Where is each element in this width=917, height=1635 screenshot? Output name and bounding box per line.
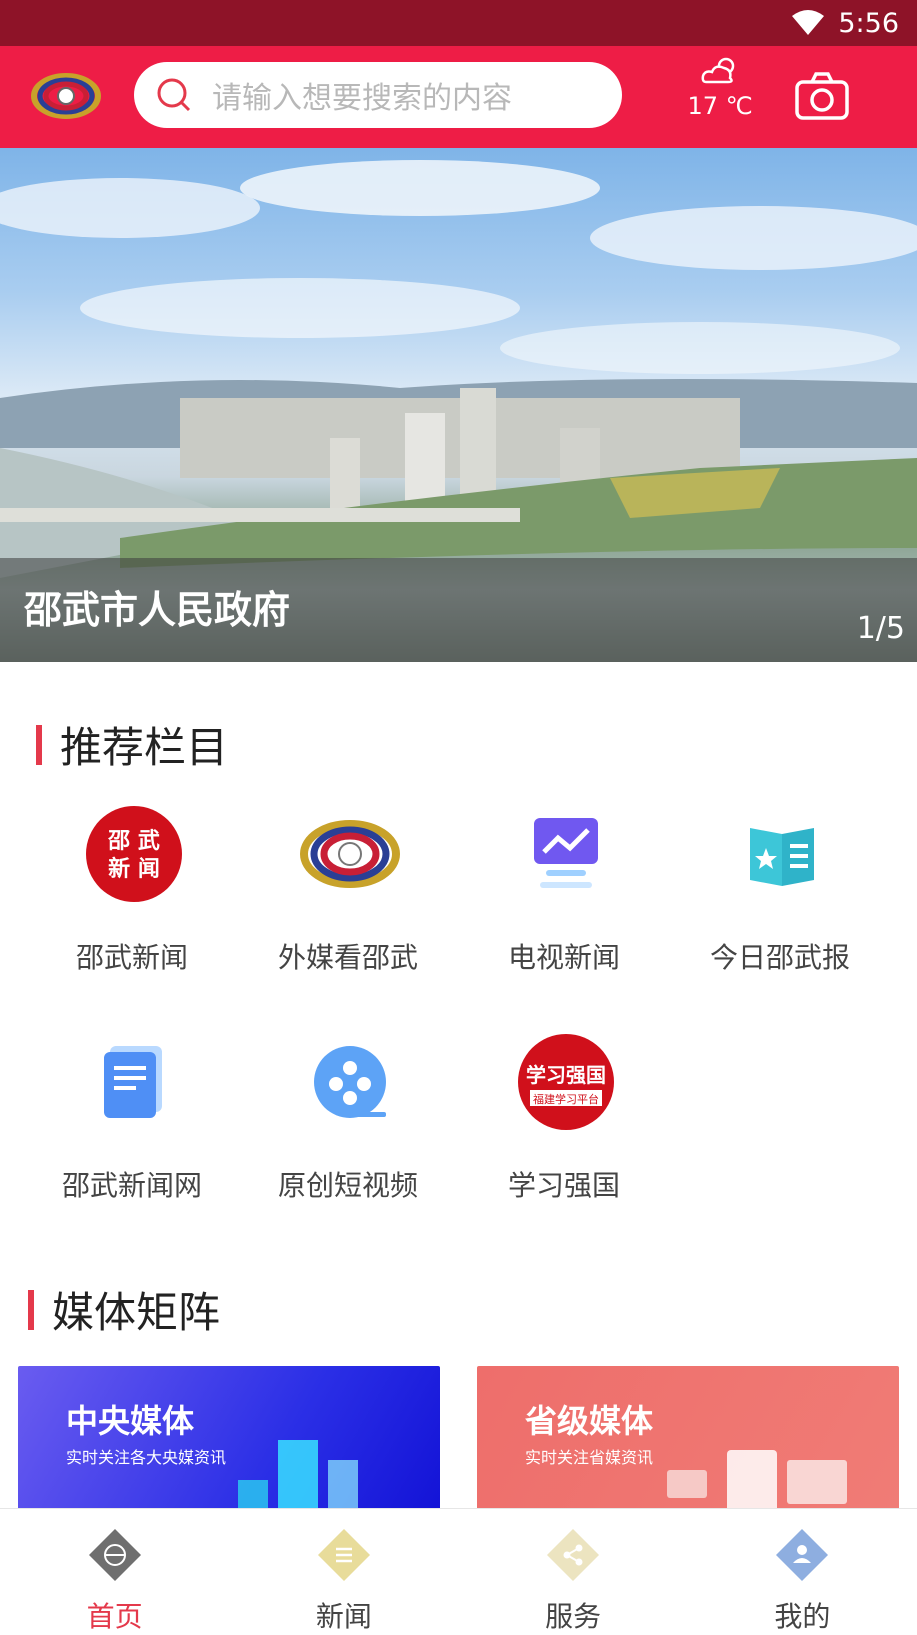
- xuexi-qiangguo-icon: 学习强国 福建学习平台: [518, 1034, 614, 1130]
- bottom-tab-bar: 首页 新闻 服务 我的: [0, 1508, 917, 1633]
- tv-news-icon: [534, 818, 598, 888]
- grid-item-today-paper[interactable]: 今日邵武报: [672, 804, 888, 1004]
- section-accent-bar: [28, 1289, 34, 1330]
- grid-item-shaowu-news[interactable]: 邵 武 新 闻 邵武新闻: [24, 804, 240, 1004]
- film-reel-icon: [314, 1046, 386, 1118]
- grid-item-label: 电视新闻: [507, 941, 620, 974]
- grid-item-tv-news[interactable]: 电视新闻: [456, 804, 672, 1004]
- tab-home[interactable]: 首页: [0, 1509, 229, 1633]
- search-bar[interactable]: 请输入想要搜索的内容: [134, 62, 622, 128]
- grid-item-label: 原创短视频: [277, 1169, 418, 1202]
- tab-service[interactable]: 服务: [459, 1509, 688, 1633]
- tab-news[interactable]: 新闻: [229, 1509, 458, 1633]
- grid-item-label: 学习强国: [507, 1169, 620, 1202]
- svg-text:邵 武: 邵 武: [107, 829, 160, 854]
- section-recommend-title: 推荐栏目: [60, 723, 229, 772]
- grid-item-shaowu-news-web[interactable]: 邵武新闻网: [24, 1032, 240, 1232]
- banner-carousel[interactable]: 邵武市人民政府 1/5: [0, 148, 917, 662]
- banner-title: 邵武市人民政府: [24, 588, 291, 632]
- svg-text:新 闻: 新 闻: [108, 856, 160, 882]
- newspaper-book-icon: [750, 828, 814, 886]
- grid-item-label: 今日邵武报: [709, 941, 850, 974]
- media-card-title: 省级媒体: [525, 1402, 654, 1440]
- user-icon: [776, 1529, 829, 1581]
- media-card-subtitle: 实时关注省媒资讯: [525, 1448, 654, 1467]
- tab-label: 我的: [774, 1600, 831, 1633]
- grid-item-label: 外媒看邵武: [277, 941, 418, 974]
- status-bar: 5:56: [0, 0, 917, 46]
- cloudy-sun-icon: [701, 57, 735, 84]
- document-icon: [104, 1046, 162, 1118]
- list-icon: [317, 1529, 370, 1581]
- search-placeholder: 请输入想要搜索的内容: [212, 81, 512, 116]
- section-recommend: 推荐栏目: [36, 714, 228, 775]
- weather-widget[interactable]: 17 ℃: [680, 54, 760, 140]
- section-media-title: 媒体矩阵: [52, 1288, 221, 1337]
- camera-icon[interactable]: [794, 70, 850, 122]
- search-icon: [157, 78, 191, 112]
- share-icon: [547, 1529, 600, 1581]
- app-header: 请输入想要搜索的内容 17 ℃: [0, 46, 917, 148]
- globe-icon: [88, 1529, 141, 1581]
- tab-label: 服务: [545, 1600, 602, 1633]
- media-card-subtitle: 实时关注各大央媒资讯: [66, 1448, 227, 1467]
- tab-label: 首页: [86, 1600, 143, 1633]
- foreign-media-logo-icon: [300, 820, 400, 888]
- status-time: 5:56: [838, 7, 899, 39]
- section-media: 媒体矩阵: [28, 1279, 220, 1340]
- svg-text:学习强国: 学习强国: [526, 1063, 606, 1087]
- media-card-provincial[interactable]: 省级媒体 实时关注省媒资讯: [477, 1366, 899, 1526]
- wifi-icon: [792, 10, 825, 35]
- grid-item-label: 邵武新闻: [75, 941, 188, 974]
- app-logo-icon[interactable]: [30, 64, 102, 128]
- section-accent-bar: [36, 724, 42, 765]
- banner-pager: 1/5: [856, 611, 905, 646]
- shaowu-news-icon: 邵 武 新 闻: [86, 806, 182, 902]
- grid-item-label: 邵武新闻网: [61, 1169, 202, 1202]
- svg-text:福建学习平台: 福建学习平台: [533, 1092, 599, 1106]
- tab-label: 新闻: [315, 1600, 372, 1633]
- grid-item-xuexi-qiangguo[interactable]: 学习强国 福建学习平台 学习强国: [456, 1032, 672, 1232]
- grid-item-original-video[interactable]: 原创短视频: [240, 1032, 456, 1232]
- media-card-central[interactable]: 中央媒体 实时关注各大央媒资讯: [18, 1366, 440, 1526]
- media-card-title: 中央媒体: [66, 1402, 195, 1440]
- tab-mine[interactable]: 我的: [688, 1509, 917, 1633]
- weather-temperature: 17 ℃: [687, 92, 753, 120]
- grid-item-foreign-media[interactable]: 外媒看邵武: [240, 804, 456, 1004]
